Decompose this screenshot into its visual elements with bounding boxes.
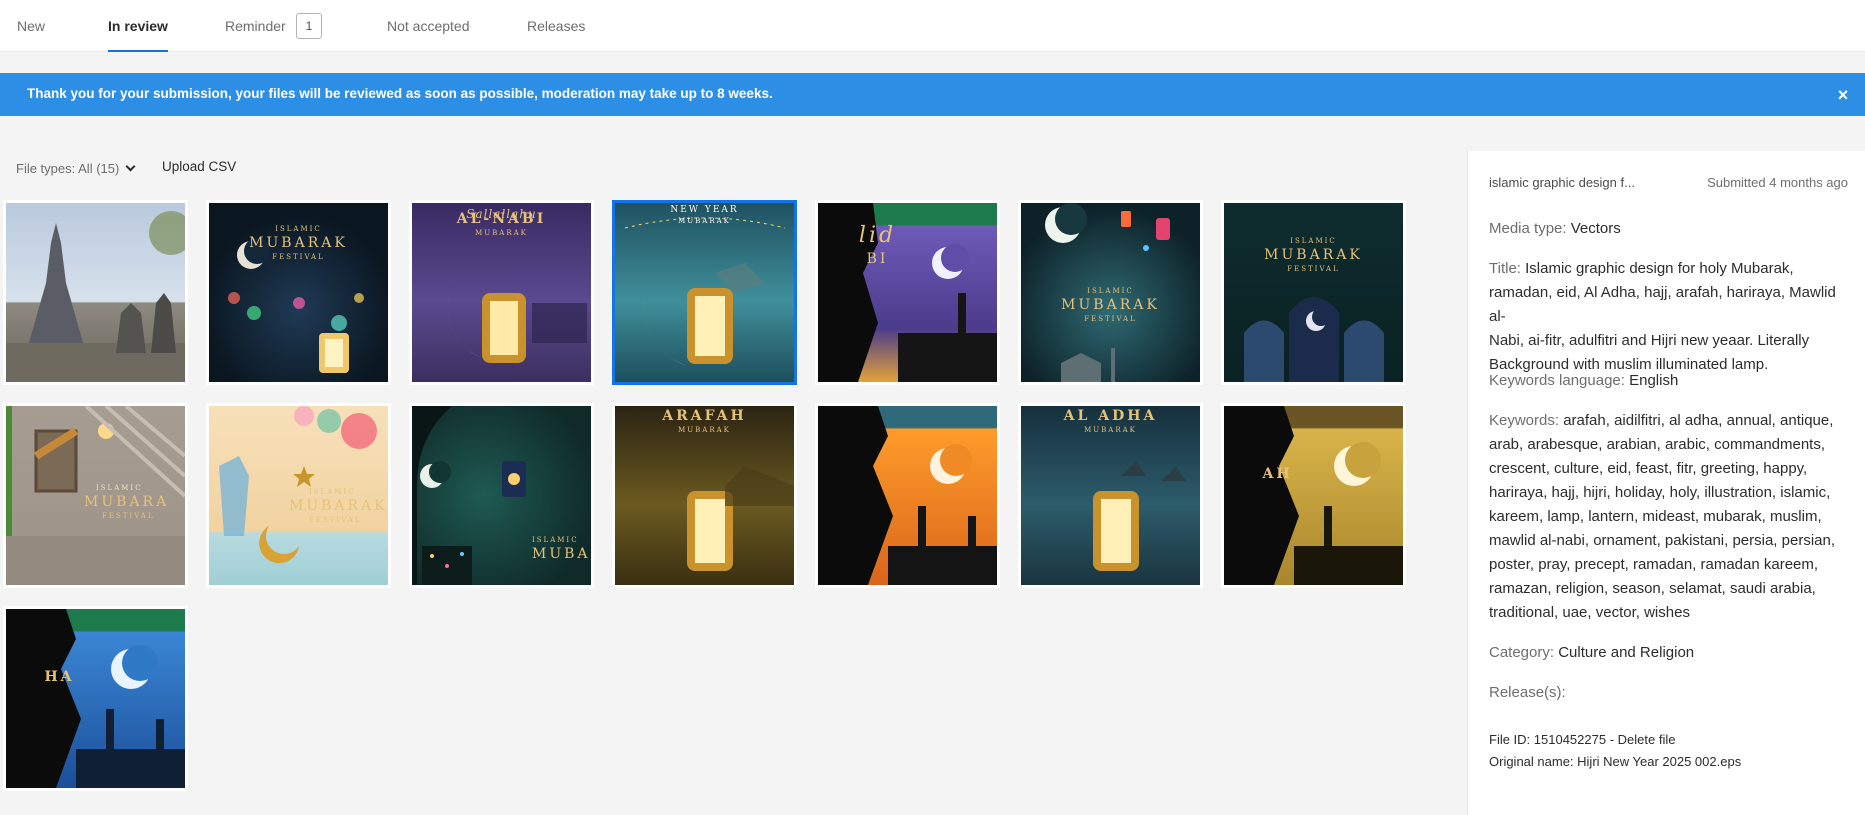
- thumbnail[interactable]: AH: [1221, 403, 1406, 588]
- file-types-label: File types: All (15): [16, 161, 120, 176]
- thumbnail[interactable]: [815, 403, 1000, 588]
- keywords-language-value: English: [1629, 372, 1679, 389]
- info-banner: Thank you for your submission, your file…: [0, 73, 1865, 116]
- thumbnail[interactable]: ISLAMIC MUBARAK FESTIVAL: [206, 403, 391, 588]
- silhouette-mosque-art: [6, 609, 185, 788]
- thumbnail-caption-top: ISLAMIC: [96, 484, 143, 492]
- close-icon[interactable]: ×: [1832, 84, 1854, 106]
- thumbnail-caption: AL-NABI: [456, 211, 547, 227]
- chevron-down-icon: [125, 161, 136, 172]
- thumbnail-caption-top: ISLAMIC: [1087, 287, 1134, 295]
- title-value: ramadan, eid, Al Adha, hajj, arafah, har…: [1489, 284, 1836, 325]
- thumbnail-caption-sub: FESTIVAL: [1084, 315, 1137, 323]
- banner-message: Thank you for your submission, your file…: [27, 86, 773, 101]
- thumbnail-caption-sub: FESTIVAL: [272, 253, 325, 261]
- thumbnail[interactable]: AL ADHA MUBARAK: [1018, 403, 1203, 588]
- thumbnail-caption: AH: [1262, 466, 1293, 482]
- title-value: Islamic graphic design for holy Mubarak,: [1525, 260, 1794, 277]
- keywords-value: arab, arabesque, arabian, arabic, comman…: [1489, 436, 1826, 453]
- thumbnail[interactable]: [3, 200, 188, 385]
- keywords-value: poster, pray, precept, ramadan, ramadan …: [1489, 556, 1819, 573]
- keywords-value: hariraya, hajj, hijri, holiday, holy, il…: [1489, 484, 1831, 501]
- thumbnail-caption-top: ISLAMIC: [309, 488, 356, 496]
- keywords-row: Keywords: arafah, aidilfitri, al adha, a…: [1489, 409, 1851, 625]
- thumbnail-caption: MUBARAK: [289, 498, 388, 514]
- thumbnail-caption-top: AL ADHA: [1063, 408, 1158, 424]
- keywords-value: mawlid al-nabi, ornament, pakistani, per…: [1489, 532, 1836, 549]
- submitted-time: Submitted 4 months ago: [1707, 175, 1848, 190]
- releases-label: Release(s):: [1489, 684, 1566, 701]
- reminder-count-badge: 1: [296, 13, 322, 39]
- thumbnail-caption-top: NEW YEAR: [670, 205, 739, 215]
- thumbnail-caption: MUBARAK: [1061, 297, 1160, 313]
- thumbnail-caption-sub: FESTIVAL: [1287, 265, 1340, 273]
- thumbnail-caption: MUBA: [532, 546, 591, 562]
- thumbnail-caption-sub: FESTIVAL: [102, 512, 155, 520]
- thumbnail[interactable]: ISLAMIC MUBARAK FESTIVAL: [206, 200, 391, 385]
- thumbnail-caption-top: ARAFAH: [662, 408, 747, 424]
- thumbnail-caption-sub: MUBARAK: [678, 426, 731, 434]
- thumbnail[interactable]: ISLAMIC MUBARAK FESTIVAL: [1221, 200, 1406, 385]
- thumbnail-caption: HA: [44, 669, 75, 685]
- keywords-value: crescent, culture, eid, feast, fitr, gre…: [1489, 460, 1808, 477]
- original-name: Original name: Hijri New Year 2025 002.e…: [1489, 754, 1742, 769]
- keywords-value: kareem, lamp, lantern, mideast, mubarak,…: [1489, 508, 1822, 525]
- releases-row: Release(s):: [1489, 681, 1851, 705]
- tab-new[interactable]: New: [17, 18, 45, 52]
- thumbnail-caption: lid: [858, 223, 897, 248]
- arched-windows-art: [1244, 297, 1384, 382]
- file-details-panel: islamic graphic design f... Submitted 4 …: [1467, 151, 1865, 815]
- delete-file-link[interactable]: Delete file: [1618, 732, 1676, 747]
- thumbnail-caption-top: ISLAMIC: [532, 536, 579, 544]
- keywords-language-row: Keywords language: English: [1489, 369, 1851, 393]
- thumbnail-caption: MUBARAK: [249, 235, 348, 251]
- silhouette-mosque-art: [818, 406, 997, 585]
- thumbnail-caption-sub: FESTIVAL: [309, 516, 362, 524]
- media-type-label: Media type:: [1489, 220, 1567, 237]
- thumbnail[interactable]: HA: [3, 606, 188, 791]
- upload-csv-button[interactable]: Upload CSV: [162, 159, 236, 174]
- crescent-lantern-art: [624, 217, 786, 370]
- category-row: Category: Culture and Religion: [1489, 641, 1851, 665]
- thumbnail-selected[interactable]: NEW YEAR MUBARAK: [612, 200, 797, 385]
- title-row: Title: Islamic graphic design for holy M…: [1489, 257, 1851, 377]
- tab-not-accepted[interactable]: Not accepted: [387, 18, 470, 52]
- thumbnail[interactable]: Sallallahu AL-NABI MUBARAK: [409, 200, 594, 385]
- thumbnail-caption-top: ISLAMIC: [1290, 237, 1337, 245]
- thumbnail-caption-sub: BI: [866, 251, 889, 267]
- tab-releases[interactable]: Releases: [527, 18, 585, 52]
- thumbnail-caption: MUBARA: [84, 494, 170, 510]
- thumbnail[interactable]: ARAFAH MUBARAK: [612, 403, 797, 588]
- thumbnail[interactable]: ISLAMIC MUBARAK FESTIVAL: [1018, 200, 1203, 385]
- thumbnail[interactable]: lid BI: [815, 200, 1000, 385]
- file-id: File ID: 1510452275 -: [1489, 732, 1618, 747]
- temple-photo: [6, 211, 185, 382]
- thumbnail-caption: MUBARAK: [1264, 247, 1363, 263]
- thumbnail-caption-top: ISLAMIC: [275, 225, 322, 233]
- keywords-label: Keywords:: [1489, 412, 1560, 429]
- thumbnail-caption-sub: MUBARAK: [1084, 426, 1137, 434]
- thumbnail-caption-sub: MUBARAK: [678, 217, 731, 225]
- keywords-value: traditional, uae, vector, wishes: [1489, 604, 1690, 621]
- thumbnail[interactable]: ISLAMIC MUBARA FESTIVAL: [3, 403, 188, 588]
- media-type-value: Vectors: [1570, 220, 1621, 237]
- category-label: Category:: [1489, 644, 1555, 661]
- category-value: Culture and Religion: [1558, 644, 1695, 661]
- status-tabs: New In review Reminder 1 Not accepted Re…: [0, 0, 1865, 52]
- tab-in-review[interactable]: In review: [108, 18, 168, 52]
- thumbnail[interactable]: ISLAMIC MUBA: [409, 403, 594, 588]
- keywords-value: arafah, aidilfitri, al adha, annual, ant…: [1563, 412, 1834, 429]
- title-value: Nabi, ai-fitr, adulfitri and Hijri new y…: [1489, 332, 1810, 349]
- media-type-row: Media type: Vectors: [1489, 217, 1851, 241]
- file-types-filter[interactable]: File types: All (15): [16, 161, 136, 176]
- silhouette-mosque-art: [1224, 406, 1403, 585]
- title-label: Title:: [1489, 260, 1521, 277]
- tab-reminder[interactable]: Reminder: [225, 18, 286, 52]
- file-id-row: File ID: 1510452275 - Delete file: [1489, 729, 1851, 751]
- keywords-value: ramazan, religion, season, selamat, saud…: [1489, 580, 1816, 597]
- keywords-language-label: Keywords language:: [1489, 372, 1625, 389]
- thumbnail-caption-sub: MUBARAK: [475, 229, 528, 237]
